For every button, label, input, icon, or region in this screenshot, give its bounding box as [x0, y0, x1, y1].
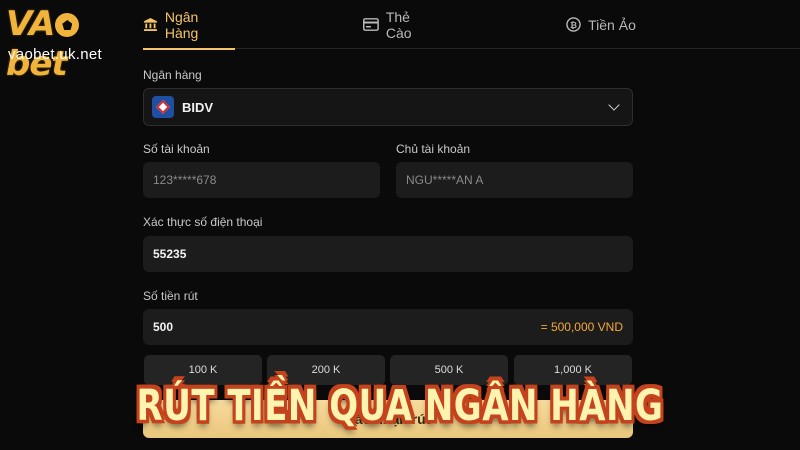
svg-text:₿: ₿ — [570, 20, 577, 30]
card-icon — [363, 18, 379, 31]
quick-amount-200k[interactable]: 200 K — [267, 355, 385, 385]
account-number-value: 123*****678 — [153, 173, 217, 187]
quick-amount-100k[interactable]: 100 K — [144, 355, 262, 385]
bank-select[interactable]: BIDV — [143, 88, 633, 126]
phone-verify-label: Xác thực số điện thoại — [143, 215, 263, 229]
tab-bank-label: Ngân Hàng — [164, 8, 199, 41]
account-holder-label: Chủ tài khoản — [396, 142, 471, 156]
account-holder-value: NGU*****AN A — [406, 173, 484, 187]
phone-verify-input[interactable]: 55235 — [143, 236, 633, 272]
chevron-down-icon — [608, 99, 620, 111]
amount-converted: = 500,000 VND — [540, 320, 623, 334]
logo-wordmark: VAbet — [6, 4, 138, 84]
bank-select-value: BIDV — [182, 99, 214, 115]
withdraw-method-tabs: Ngân Hàng Thẻ Cào ₿ Tiền Ảo — [143, 0, 800, 50]
amount-label: Số tiền rút — [143, 289, 198, 303]
bidv-logo-icon — [152, 96, 174, 118]
confirm-withdraw-button[interactable]: Xác nhận rút — [143, 400, 633, 438]
account-holder-field[interactable]: NGU*****AN A — [396, 162, 633, 198]
vaobet-logo: VAbet vaobet.uk.net — [6, 4, 138, 84]
logo-domain: vaobet.uk.net — [8, 46, 102, 63]
bitcoin-icon: ₿ — [566, 17, 581, 32]
bank-icon — [143, 17, 157, 32]
phone-verify-value: 55235 — [153, 247, 187, 261]
quick-amount-500k[interactable]: 500 K — [390, 355, 508, 385]
account-number-field[interactable]: 123*****678 — [143, 162, 380, 198]
soccer-ball-icon — [55, 13, 80, 37]
tab-scratch-card-label: Thẻ Cào — [385, 8, 412, 41]
amount-input[interactable]: 500 = 500,000 VND — [143, 309, 633, 345]
account-number-label: Số tài khoản — [143, 142, 210, 156]
tab-bank[interactable]: Ngân Hàng — [143, 0, 235, 50]
tab-crypto[interactable]: ₿ Tiền Ảo — [563, 0, 639, 49]
tab-crypto-label: Tiền Ảo — [588, 16, 636, 33]
quick-amount-1000k[interactable]: 1,000 K — [514, 355, 632, 385]
amount-value: 500 — [153, 320, 174, 334]
bank-label: Ngân hàng — [143, 68, 202, 82]
tab-scratch-card[interactable]: Thẻ Cào — [363, 0, 439, 49]
